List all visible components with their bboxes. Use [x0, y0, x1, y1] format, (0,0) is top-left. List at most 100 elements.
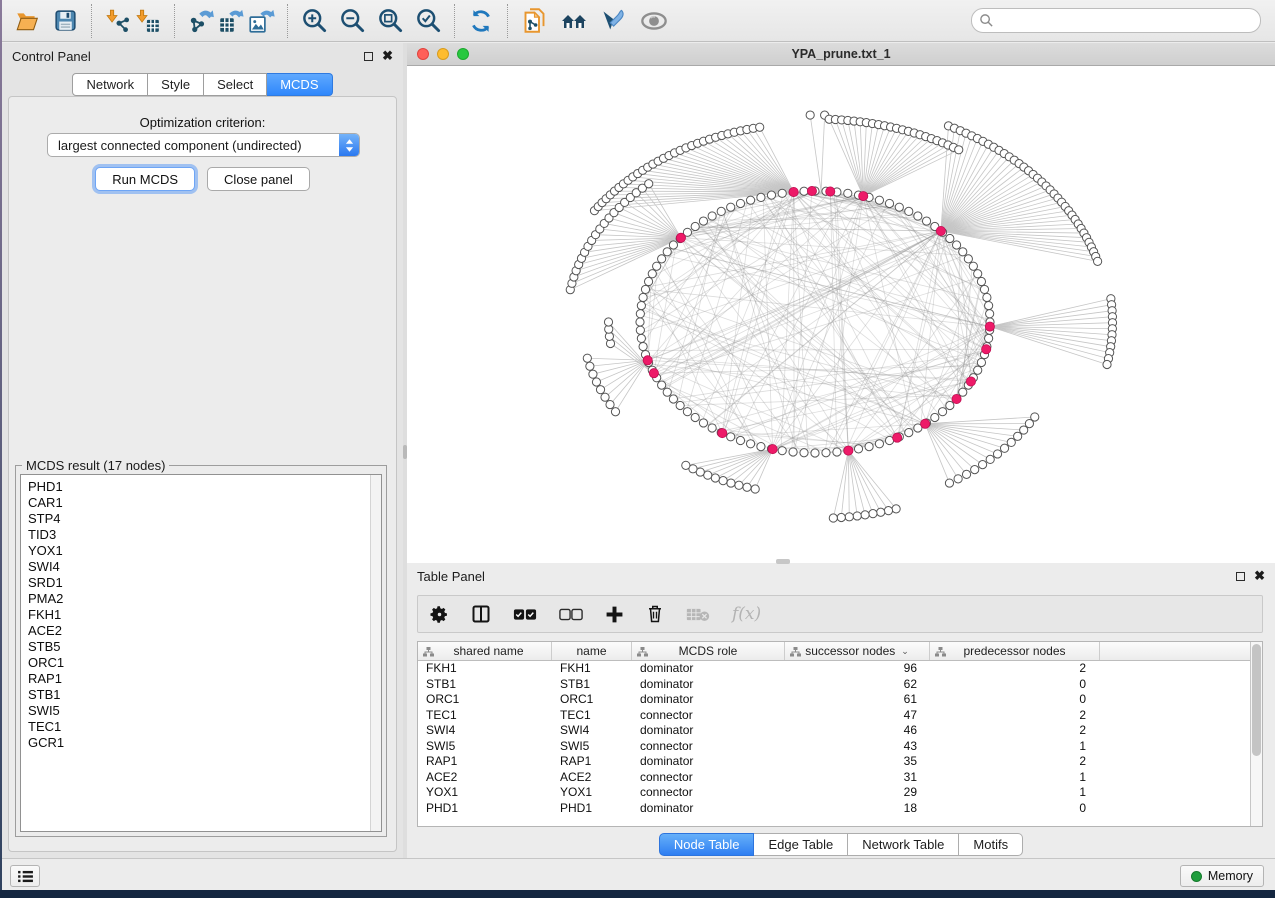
- table-cell[interactable]: dominator: [632, 801, 785, 817]
- criterion-dropdown[interactable]: largest connected component (undirected): [47, 133, 360, 157]
- table-cell[interactable]: [1100, 785, 1250, 801]
- open-file-icon[interactable]: [12, 6, 42, 36]
- table-cell[interactable]: SWI4: [552, 723, 632, 739]
- table-cell[interactable]: 29: [785, 785, 930, 801]
- table-cell[interactable]: ACE2: [552, 770, 632, 786]
- tab-mcds[interactable]: MCDS: [267, 73, 332, 96]
- tab-edge-table[interactable]: Edge Table: [754, 833, 848, 856]
- table-cell[interactable]: ORC1: [418, 692, 552, 708]
- table-cell[interactable]: 0: [930, 801, 1100, 817]
- table-row[interactable]: SWI4SWI4dominator462: [418, 723, 1250, 739]
- column-header-successor-nodes[interactable]: successor nodes ⌄: [785, 642, 930, 660]
- mcds-result-item[interactable]: SWI5: [21, 703, 369, 719]
- table-cell[interactable]: YOX1: [552, 785, 632, 801]
- table-cell[interactable]: 62: [785, 677, 930, 693]
- network-window-titlebar[interactable]: YPA_prune.txt_1: [407, 43, 1275, 66]
- mcds-result-item[interactable]: GCR1: [21, 735, 369, 751]
- table-cell[interactable]: ACE2: [418, 770, 552, 786]
- table-cell[interactable]: YOX1: [418, 785, 552, 801]
- table-cell[interactable]: 61: [785, 692, 930, 708]
- table-cell[interactable]: 0: [930, 677, 1100, 693]
- table-cell[interactable]: connector: [632, 739, 785, 755]
- table-cell[interactable]: STB1: [552, 677, 632, 693]
- table-cell[interactable]: dominator: [632, 677, 785, 693]
- table-cell[interactable]: RAP1: [552, 754, 632, 770]
- mcds-result-item[interactable]: TID3: [21, 527, 369, 543]
- table-cell[interactable]: 2: [930, 708, 1100, 724]
- zoom-out-icon[interactable]: [337, 6, 367, 36]
- table-cell[interactable]: SWI4: [418, 723, 552, 739]
- table-cell[interactable]: 96: [785, 661, 930, 677]
- table-cell[interactable]: connector: [632, 770, 785, 786]
- table-cell[interactable]: [1100, 770, 1250, 786]
- add-column-icon[interactable]: [605, 605, 624, 624]
- table-row[interactable]: SWI5SWI5connector431: [418, 739, 1250, 755]
- mcds-result-item[interactable]: CAR1: [21, 495, 369, 511]
- table-cell[interactable]: 35: [785, 754, 930, 770]
- table-row[interactable]: ORC1ORC1dominator610: [418, 692, 1250, 708]
- table-row[interactable]: RAP1RAP1dominator352: [418, 754, 1250, 770]
- table-cell[interactable]: SWI5: [418, 739, 552, 755]
- tab-node-table[interactable]: Node Table: [659, 833, 755, 856]
- table-row[interactable]: TEC1TEC1connector472: [418, 708, 1250, 724]
- column-header-predecessor-nodes[interactable]: predecessor nodes: [930, 642, 1100, 660]
- import-network-icon[interactable]: [103, 6, 133, 36]
- table-cell[interactable]: TEC1: [418, 708, 552, 724]
- table-cell[interactable]: [1100, 677, 1250, 693]
- close-panel-icon[interactable]: ✖: [382, 51, 393, 61]
- search-input[interactable]: [971, 8, 1261, 33]
- table-cell[interactable]: 18: [785, 801, 930, 817]
- mcds-result-item[interactable]: ORC1: [21, 655, 369, 671]
- table-cell[interactable]: [1100, 739, 1250, 755]
- table-cell[interactable]: 2: [930, 754, 1100, 770]
- table-cell[interactable]: RAP1: [418, 754, 552, 770]
- close-panel-button[interactable]: Close panel: [207, 167, 310, 191]
- mcds-result-item[interactable]: YOX1: [21, 543, 369, 559]
- mcds-result-item[interactable]: PMA2: [21, 591, 369, 607]
- table-cell[interactable]: 43: [785, 739, 930, 755]
- mcds-result-item[interactable]: SWI4: [21, 559, 369, 575]
- mcds-result-item[interactable]: FKH1: [21, 607, 369, 623]
- table-row[interactable]: FKH1FKH1dominator962: [418, 661, 1250, 677]
- table-cell[interactable]: 47: [785, 708, 930, 724]
- table-row[interactable]: YOX1YOX1connector291: [418, 785, 1250, 801]
- table-cell[interactable]: FKH1: [418, 661, 552, 677]
- import-table-icon[interactable]: [133, 6, 163, 36]
- table-row[interactable]: ACE2ACE2connector311: [418, 770, 1250, 786]
- table-cell[interactable]: PHD1: [418, 801, 552, 817]
- table-cell[interactable]: 1: [930, 739, 1100, 755]
- tab-style[interactable]: Style: [148, 73, 204, 96]
- table-cell[interactable]: [1100, 708, 1250, 724]
- mcds-result-item[interactable]: RAP1: [21, 671, 369, 687]
- table-cell[interactable]: 46: [785, 723, 930, 739]
- zoom-selected-icon[interactable]: [413, 6, 443, 36]
- tab-select[interactable]: Select: [204, 73, 267, 96]
- table-scrollbar[interactable]: [1250, 642, 1262, 826]
- table-cell[interactable]: [1100, 754, 1250, 770]
- mcds-result-item[interactable]: TEC1: [21, 719, 369, 735]
- mcds-result-item[interactable]: ACE2: [21, 623, 369, 639]
- column-panes-icon[interactable]: [471, 604, 491, 624]
- mcds-result-item[interactable]: SRD1: [21, 575, 369, 591]
- table-cell[interactable]: [1100, 723, 1250, 739]
- table-cell[interactable]: dominator: [632, 754, 785, 770]
- mcds-result-item[interactable]: PHD1: [21, 479, 369, 495]
- zoom-in-icon[interactable]: [299, 6, 329, 36]
- table-cell[interactable]: 2: [930, 723, 1100, 739]
- column-header-shared-name[interactable]: shared name: [418, 642, 552, 660]
- run-mcds-button[interactable]: Run MCDS: [95, 167, 195, 191]
- task-history-button[interactable]: [10, 865, 40, 887]
- mcds-result-item[interactable]: STB5: [21, 639, 369, 655]
- deselect-all-icon[interactable]: [559, 608, 583, 621]
- table-cell[interactable]: [1100, 692, 1250, 708]
- export-table-icon[interactable]: [216, 6, 246, 36]
- memory-button[interactable]: Memory: [1180, 865, 1264, 887]
- table-cell[interactable]: PHD1: [552, 801, 632, 817]
- network-canvas[interactable]: [407, 66, 1275, 563]
- table-options-gear-icon[interactable]: [430, 605, 449, 624]
- table-row[interactable]: STB1STB1dominator620: [418, 677, 1250, 693]
- table-cell[interactable]: 1: [930, 785, 1100, 801]
- table-cell[interactable]: dominator: [632, 723, 785, 739]
- close-table-panel-icon[interactable]: ✖: [1254, 571, 1265, 581]
- table-cell[interactable]: 0: [930, 692, 1100, 708]
